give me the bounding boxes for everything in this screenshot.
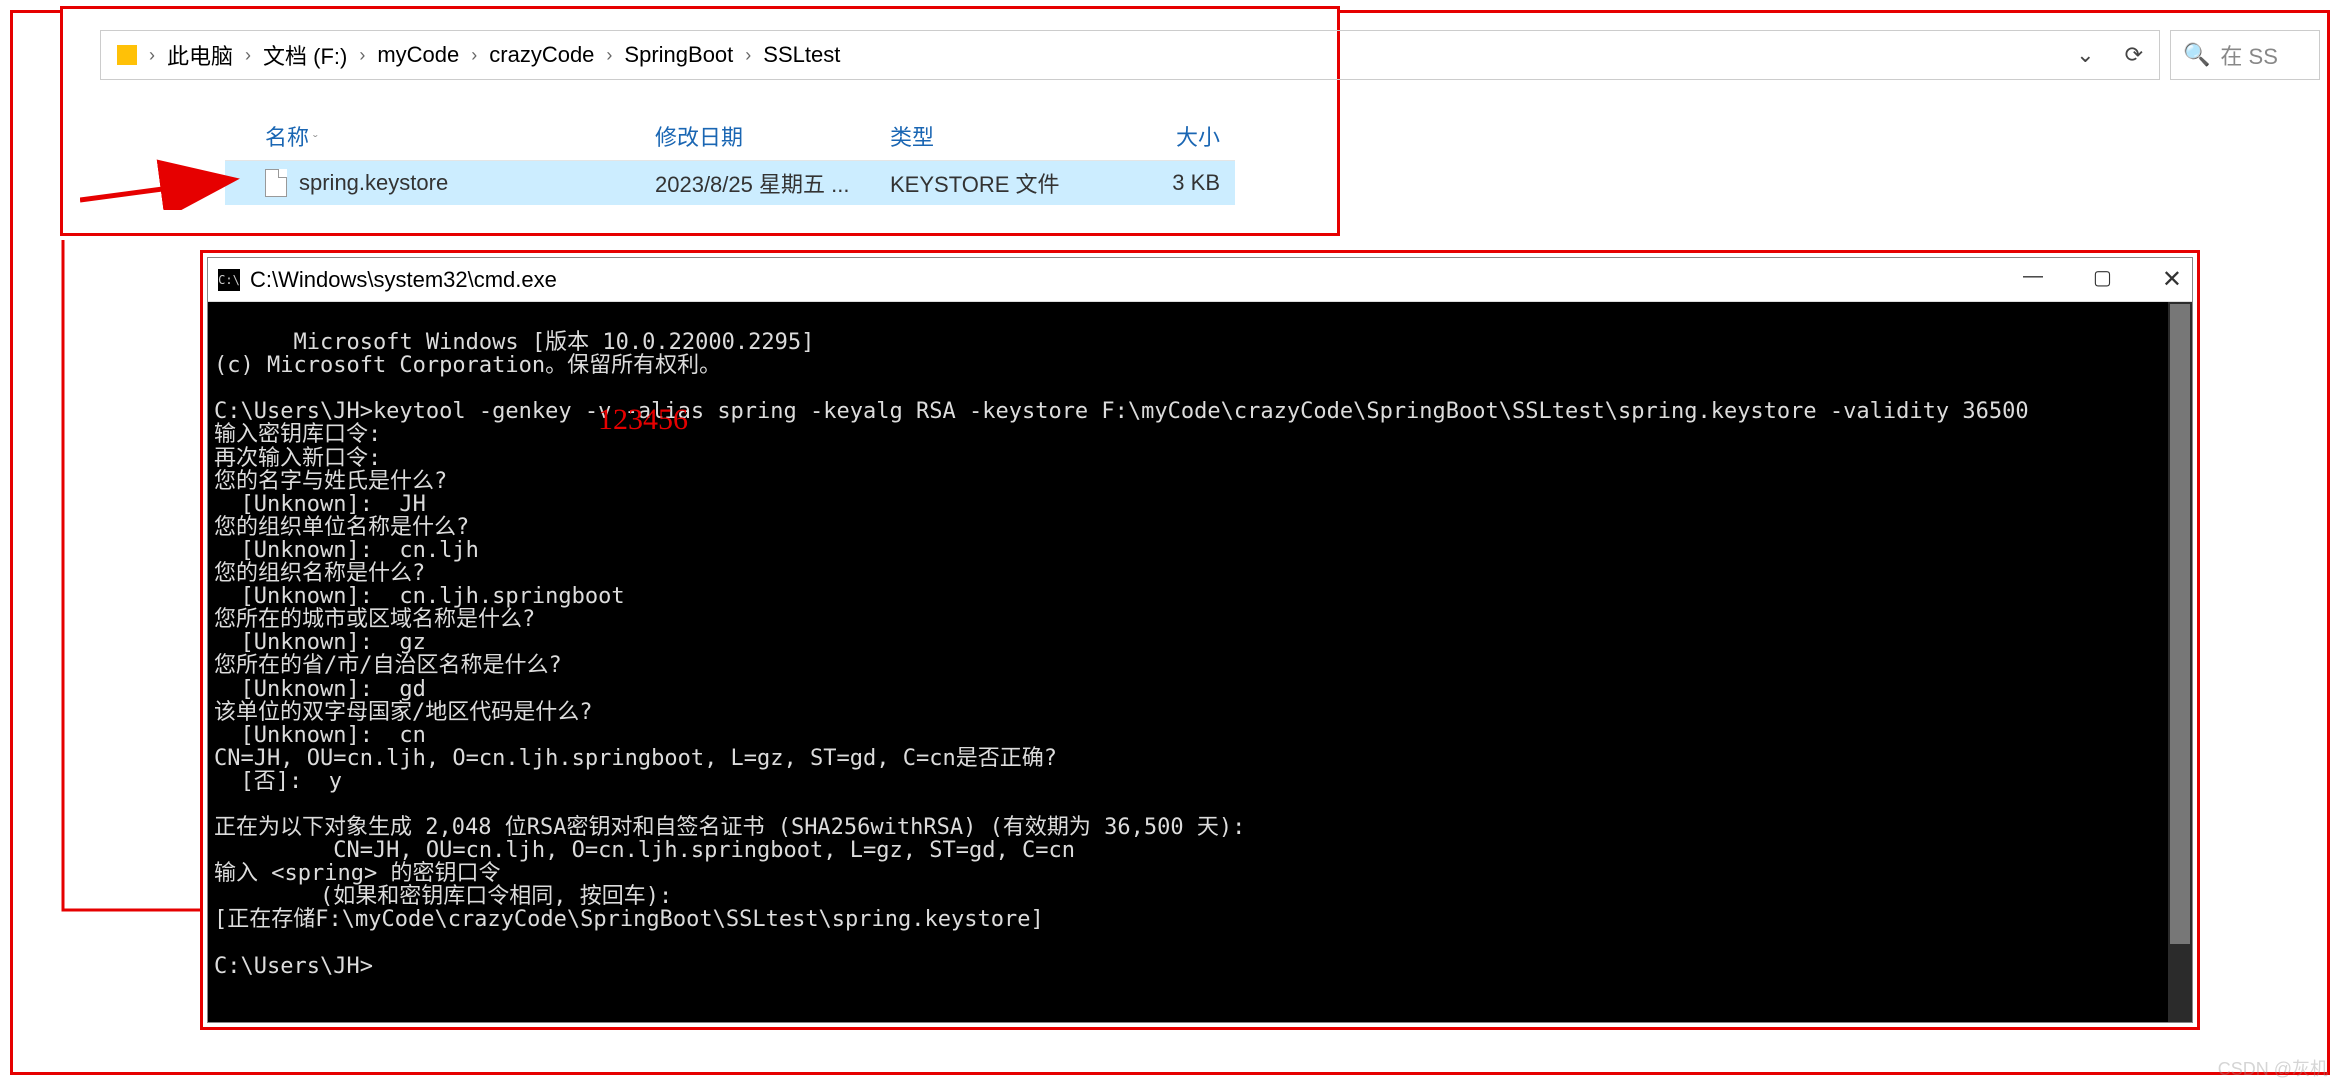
terminal-annotation-box: C:\ C:\Windows\system32\cmd.exe — ▢ ✕ Mi… bbox=[200, 250, 2200, 1030]
file-table: 名称ˇ 修改日期 类型 大小 spring.keystore 2023/8/25… bbox=[225, 112, 1235, 205]
sort-caret-icon: ˇ bbox=[313, 132, 318, 148]
column-header-modified[interactable]: 修改日期 bbox=[655, 120, 890, 152]
breadcrumb-item[interactable]: 文档 (F:) bbox=[263, 39, 347, 71]
breadcrumb-item[interactable]: 此电脑 bbox=[167, 39, 233, 71]
column-header-type[interactable]: 类型 bbox=[890, 120, 1090, 152]
folder-icon bbox=[117, 45, 137, 65]
search-icon: 🔍 bbox=[2183, 42, 2210, 68]
cmd-window: C:\ C:\Windows\system32\cmd.exe — ▢ ✕ Mi… bbox=[207, 257, 2193, 1023]
table-header: 名称ˇ 修改日期 类型 大小 bbox=[225, 112, 1235, 161]
file-icon bbox=[265, 169, 287, 197]
file-modified: 2023/8/25 星期五 ... bbox=[655, 167, 890, 199]
scrollbar-thumb[interactable] bbox=[2170, 304, 2190, 944]
minimize-button[interactable]: — bbox=[2023, 265, 2043, 294]
chevron-right-icon: › bbox=[741, 45, 755, 66]
address-row: › 此电脑 › 文档 (F:) › myCode › crazyCode › S… bbox=[100, 30, 2320, 80]
table-row[interactable]: spring.keystore 2023/8/25 星期五 ... KEYSTO… bbox=[225, 161, 1235, 205]
chevron-right-icon: › bbox=[467, 45, 481, 66]
close-button[interactable]: ✕ bbox=[2162, 265, 2182, 294]
refresh-icon[interactable]: ⟳ bbox=[2125, 42, 2143, 68]
cmd-title: C:\Windows\system32\cmd.exe bbox=[250, 267, 557, 293]
password-annotation: 123456 bbox=[598, 404, 688, 436]
address-bar[interactable]: › 此电脑 › 文档 (F:) › myCode › crazyCode › S… bbox=[100, 30, 2160, 80]
watermark: CSDN @灰机 bbox=[2218, 1055, 2328, 1081]
scrollbar[interactable] bbox=[2168, 302, 2192, 1022]
cmd-output: Microsoft Windows [版本 10.0.22000.2295] (… bbox=[214, 330, 2029, 979]
maximize-button[interactable]: ▢ bbox=[2093, 265, 2112, 294]
breadcrumb-item[interactable]: crazyCode bbox=[489, 42, 594, 68]
cmd-body[interactable]: Microsoft Windows [版本 10.0.22000.2295] (… bbox=[208, 302, 2192, 1022]
breadcrumb-item[interactable]: myCode bbox=[377, 42, 459, 68]
chevron-right-icon: › bbox=[145, 45, 159, 66]
search-placeholder: 在 SS bbox=[2220, 39, 2277, 71]
chevron-right-icon: › bbox=[355, 45, 369, 66]
cmd-titlebar[interactable]: C:\ C:\Windows\system32\cmd.exe — ▢ ✕ bbox=[208, 258, 2192, 302]
column-header-name[interactable]: 名称ˇ bbox=[225, 120, 655, 152]
file-name: spring.keystore bbox=[299, 170, 448, 196]
search-input[interactable]: 🔍 在 SS bbox=[2170, 30, 2320, 80]
file-type: KEYSTORE 文件 bbox=[890, 167, 1090, 199]
chevron-right-icon: › bbox=[602, 45, 616, 66]
history-dropdown-icon[interactable]: ⌄ bbox=[2076, 42, 2094, 68]
file-size: 3 KB bbox=[1090, 170, 1230, 196]
chevron-right-icon: › bbox=[241, 45, 255, 66]
cmd-icon: C:\ bbox=[218, 269, 240, 291]
breadcrumb-item[interactable]: SSLtest bbox=[763, 42, 840, 68]
column-header-size[interactable]: 大小 bbox=[1090, 120, 1230, 152]
breadcrumb-item[interactable]: SpringBoot bbox=[624, 42, 733, 68]
